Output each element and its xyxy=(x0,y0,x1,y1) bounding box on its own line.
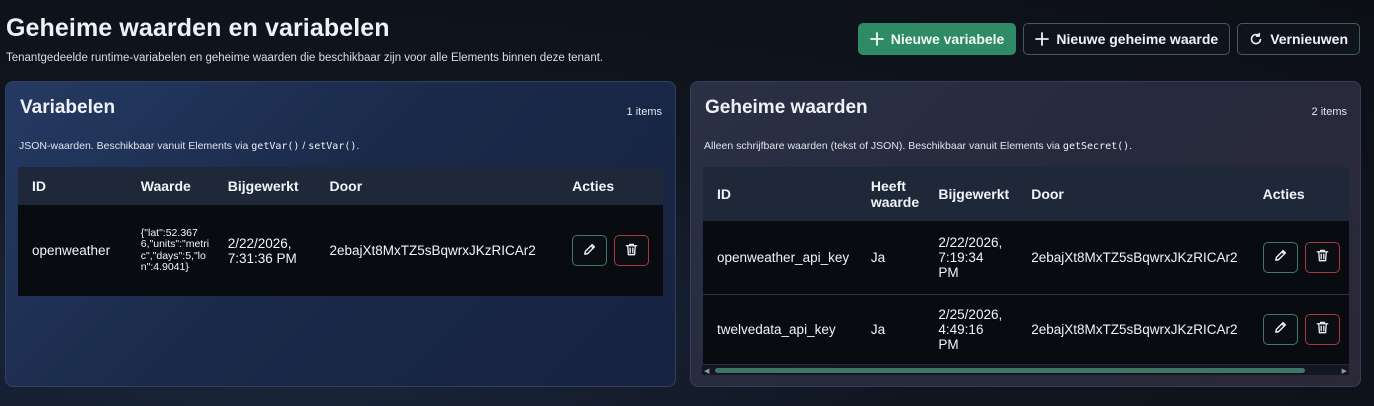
variables-table: ID Waarde Bijgewerkt Door Acties openwea… xyxy=(18,167,663,296)
scrollbar-thumb[interactable] xyxy=(715,368,1305,373)
cell-value: {"lat":52.3676,"units":"metric","days":5… xyxy=(127,205,214,296)
col-id: ID xyxy=(32,178,46,194)
setvar-code: setVar() xyxy=(308,141,357,152)
plus-icon xyxy=(1035,32,1050,46)
page-subtitle: Tenantgedeelde runtime-variabelen en geh… xyxy=(6,52,604,64)
variables-desc-sep: / xyxy=(299,140,309,152)
col-has-value: Heeft waarde xyxy=(870,178,920,210)
delete-button[interactable] xyxy=(1304,313,1340,345)
delete-button[interactable] xyxy=(614,235,650,266)
table-row: openweather_api_key Ja 2/22/2026, 7:19:3… xyxy=(703,221,1349,294)
plus-icon xyxy=(869,32,884,46)
getsecret-code: getSecret() xyxy=(1062,141,1130,152)
trash-icon xyxy=(1315,248,1330,266)
secrets-table-wrap: ID Heeft waarde Bijgewerkt Door Acties o… xyxy=(703,167,1349,364)
edit-button[interactable] xyxy=(572,235,608,266)
new-variable-button[interactable]: Nieuwe variabele xyxy=(857,23,1017,55)
col-updated: Bijgewerkt xyxy=(227,178,299,194)
edit-button[interactable] xyxy=(1262,313,1298,345)
col-actions: Acties xyxy=(572,178,615,194)
table-header-row: ID Heeft waarde Bijgewerkt Door Acties xyxy=(703,167,1349,221)
cell-id: twelvedata_api_key xyxy=(703,293,857,364)
cell-by: 2ebajXt8MxTZ5sBqwrxJKzRICAr2 xyxy=(1017,293,1249,364)
page-title: Geheime waarden en variabelen xyxy=(6,14,390,42)
edit-button[interactable] xyxy=(1262,241,1298,273)
pencil-icon xyxy=(1273,248,1288,266)
secrets-desc-end: . xyxy=(1129,140,1133,152)
refresh-button[interactable]: Vernieuwen xyxy=(1237,23,1360,55)
getvar-code: getVar() xyxy=(251,141,300,152)
new-variable-label: Nieuwe variabele xyxy=(890,31,1005,47)
cell-actions xyxy=(558,205,663,296)
toolbar: Nieuwe variabele Nieuwe geheime waarde V… xyxy=(857,23,1360,55)
new-secret-label: Nieuwe geheime waarde xyxy=(1056,31,1219,47)
variables-description: JSON-waarden. Beschikbaar vanuit Element… xyxy=(19,140,359,152)
secrets-table: ID Heeft waarde Bijgewerkt Door Acties o… xyxy=(703,167,1349,364)
cell-actions xyxy=(1248,293,1349,364)
cell-updated: 2/22/2026, 7:31:36 PM xyxy=(227,235,297,266)
cell-by: 2ebajXt8MxTZ5sBqwrxJKzRICAr2 xyxy=(1031,249,1238,265)
table-header-row: ID Waarde Bijgewerkt Door Acties xyxy=(18,167,663,205)
delete-button[interactable] xyxy=(1304,241,1340,273)
variables-table-wrap: ID Waarde Bijgewerkt Door Acties openwea… xyxy=(18,167,663,296)
table-row: twelvedata_api_key Ja 2/25/2026, 4:49:16… xyxy=(703,293,1349,364)
col-actions: Acties xyxy=(1262,186,1305,202)
table-row: openweather {"lat":52.3676,"units":"metr… xyxy=(18,205,663,296)
cell-updated: 2/22/2026, 7:19:34 PM xyxy=(938,234,1003,280)
secrets-panel: Geheime waarden 2 items Alleen schrijfba… xyxy=(690,81,1361,387)
variables-desc-end: . xyxy=(356,140,360,152)
cell-id: openweather_api_key xyxy=(717,249,850,265)
trash-icon xyxy=(624,242,639,260)
variables-panel: Variabelen 1 items JSON-waarden. Beschik… xyxy=(5,81,676,387)
cell-updated: 2/25/2026, 4:49:16 PM xyxy=(924,293,1018,364)
col-id: ID xyxy=(717,186,731,202)
pencil-icon xyxy=(1273,320,1288,338)
json-value: {"lat":52.3676,"units":"metric","days":5… xyxy=(140,226,210,273)
horizontal-scrollbar[interactable]: ◀ ▶ xyxy=(702,365,1349,375)
cell-actions xyxy=(1249,221,1349,294)
new-secret-button[interactable]: Nieuwe geheime waarde xyxy=(1023,23,1231,55)
col-by: Door xyxy=(1031,186,1064,202)
cell-has-value: Ja xyxy=(870,249,886,265)
secrets-description: Alleen schrijfbare waarden (tekst of JSO… xyxy=(704,140,1132,152)
col-updated: Bijgewerkt xyxy=(938,186,1010,202)
cell-has-value: Ja xyxy=(856,293,925,364)
col-by: Door xyxy=(329,178,363,194)
cell-id: openweather xyxy=(32,243,111,258)
secrets-title: Geheime waarden xyxy=(705,97,868,118)
refresh-icon xyxy=(1249,32,1263,46)
scroll-right-icon[interactable]: ▶ xyxy=(1342,367,1347,375)
scroll-left-icon[interactable]: ◀ xyxy=(704,367,709,375)
col-value: Waarde xyxy=(140,178,191,194)
secrets-count: 2 items xyxy=(1311,106,1347,118)
cell-by: 2ebajXt8MxTZ5sBqwrxJKzRICAr2 xyxy=(329,243,536,258)
variables-title: Variabelen xyxy=(20,97,116,118)
variables-desc-text: JSON-waarden. Beschikbaar vanuit Element… xyxy=(19,140,252,152)
pencil-icon xyxy=(582,242,597,260)
refresh-label: Vernieuwen xyxy=(1270,31,1348,47)
variables-count: 1 items xyxy=(626,106,662,118)
trash-icon xyxy=(1315,320,1330,338)
secrets-desc-text: Alleen schrijfbare waarden (tekst of JSO… xyxy=(704,140,1063,152)
